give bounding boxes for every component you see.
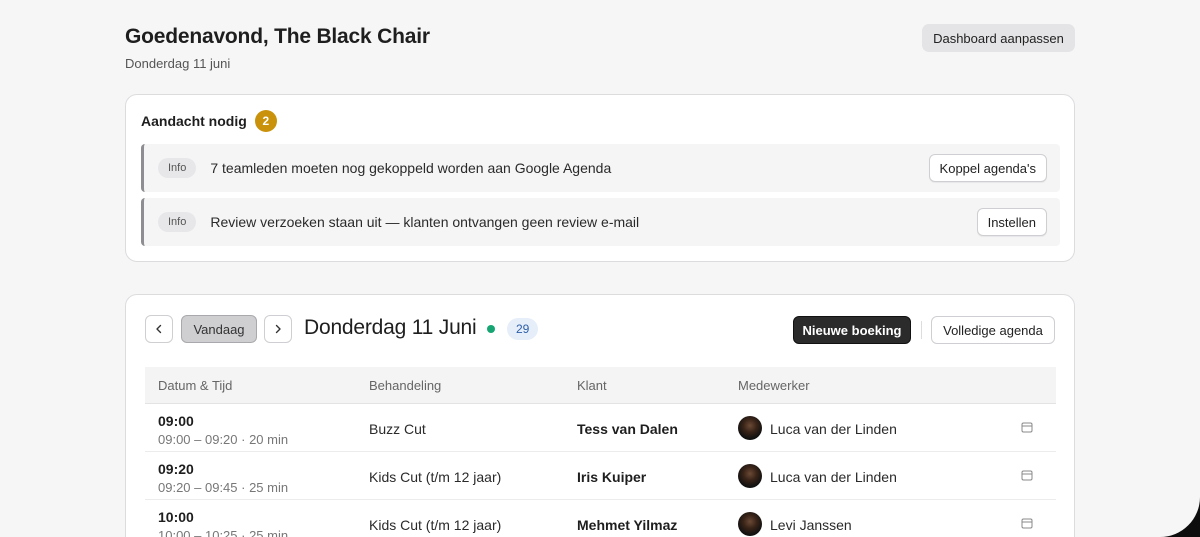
- alert-google-calendar: Info 7 teamleden moeten nog gekoppeld wo…: [141, 144, 1060, 192]
- live-status-dot: [487, 325, 495, 333]
- next-day-button[interactable]: [264, 315, 292, 343]
- link-calendars-button[interactable]: Koppel agenda's: [928, 154, 1047, 182]
- page-title: Goedenavond, The Black Chair: [125, 25, 430, 48]
- appointment-client: Iris Kuiper: [577, 469, 647, 485]
- today-button[interactable]: Vandaag: [181, 315, 257, 343]
- greeting-block: Goedenavond, The Black Chair Donderdag 1…: [125, 25, 430, 71]
- customize-dashboard-button[interactable]: Dashboard aanpassen: [922, 24, 1075, 52]
- appointment-count-badge: 29: [507, 318, 539, 340]
- toolbar-divider: [921, 321, 922, 339]
- appointment-staff: Luca van der Linden: [770, 421, 897, 437]
- appointment-time: 09:00: [158, 413, 194, 429]
- appointment-range: 09:00 – 09:20 · 20 min: [158, 432, 289, 447]
- table-header: Datum & Tijd Behandeling Klant Medewerke…: [145, 367, 1056, 404]
- column-header-datetime: Datum & Tijd: [158, 378, 233, 393]
- table-row[interactable]: 10:00 10:00 – 10:25 · 25 min Kids Cut (t…: [145, 500, 1056, 537]
- attention-header: Aandacht nodig 2: [141, 110, 277, 132]
- column-header-treatment: Behandeling: [369, 378, 442, 393]
- attention-title: Aandacht nodig: [141, 113, 247, 129]
- previous-day-button[interactable]: [145, 315, 173, 343]
- appointment-treatment: Buzz Cut: [369, 421, 426, 437]
- table-row[interactable]: 09:20 09:20 – 09:45 · 25 min Kids Cut (t…: [145, 452, 1056, 500]
- appointment-treatment: Kids Cut (t/m 12 jaar): [369, 469, 502, 485]
- info-tag: Info: [158, 158, 197, 178]
- alert-message: 7 teamleden moeten nog gekoppeld worden …: [210, 160, 612, 176]
- appointment-staff: Levi Janssen: [770, 517, 852, 533]
- full-agenda-button[interactable]: Volledige agenda: [931, 316, 1055, 344]
- appointment-treatment: Kids Cut (t/m 12 jaar): [369, 517, 502, 533]
- appointment-time: 09:20: [158, 461, 194, 477]
- column-header-client: Klant: [577, 378, 607, 393]
- column-header-staff: Medewerker: [738, 378, 810, 393]
- appointment-time: 10:00: [158, 509, 194, 525]
- appointment-client: Tess van Dalen: [577, 421, 678, 437]
- alert-review-requests: Info Review verzoeken staan uit — klante…: [141, 198, 1060, 246]
- info-tag: Info: [158, 212, 197, 232]
- dashboard-page: Goedenavond, The Black Chair Donderdag 1…: [0, 0, 1200, 537]
- appointment-staff: Luca van der Linden: [770, 469, 897, 485]
- attention-card: Aandacht nodig 2 Info 7 teamleden moeten…: [125, 94, 1075, 262]
- agenda-day-title: Donderdag 11 Juni: [304, 316, 477, 339]
- appointment-range: 09:20 – 09:45 · 25 min: [158, 480, 289, 495]
- chevron-right-icon: [275, 324, 281, 334]
- calendar-icon[interactable]: [1021, 517, 1033, 529]
- attention-count-badge: 2: [254, 110, 277, 132]
- appointment-range: 10:00 – 10:25 · 25 min: [158, 528, 289, 537]
- agenda-card: Vandaag Donderdag 11 Juni 29 Nieuwe boek…: [125, 294, 1075, 537]
- setup-reviews-button[interactable]: Instellen: [976, 208, 1047, 236]
- appointment-client: Mehmet Yilmaz: [577, 517, 678, 533]
- alert-message: Review verzoeken staan uit — klanten ont…: [210, 214, 640, 230]
- chevron-left-icon: [156, 324, 162, 334]
- avatar: [738, 512, 762, 536]
- page-date: Donderdag 11 juni: [125, 56, 231, 71]
- avatar: [738, 416, 762, 440]
- calendar-icon[interactable]: [1021, 469, 1033, 481]
- calendar-icon[interactable]: [1021, 421, 1033, 433]
- avatar: [738, 464, 762, 488]
- new-booking-button[interactable]: Nieuwe boeking: [793, 316, 911, 344]
- table-row[interactable]: 09:00 09:00 – 09:20 · 20 min Buzz Cut Te…: [145, 404, 1056, 452]
